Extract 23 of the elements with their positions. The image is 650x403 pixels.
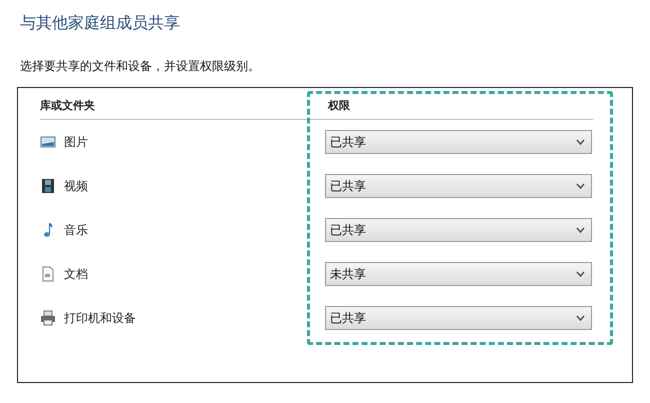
chevron-down-icon [576,183,585,189]
library-name: 打印机和设备 [64,310,136,326]
chevron-down-icon [576,227,585,233]
chevron-down-icon [576,139,585,145]
column-header: 库或文件夹 [40,94,325,120]
film-icon [40,178,56,194]
permission-dropdown[interactable]: 已共享 [325,130,592,154]
permission-dropdown[interactable]: 未共享 [325,262,592,286]
library-name: 音乐 [64,222,88,238]
permission-dropdown[interactable]: 已共享 [325,174,592,198]
description-text: 选择要共享的文件和设备，并设置权限级别。 [20,58,261,75]
permission-dropdown[interactable]: 已共享 [325,218,592,242]
page-title: 与其他家庭组成员共享 [20,13,181,34]
picture-icon [40,134,56,150]
chevron-down-icon [576,271,585,277]
library-name: 图片 [64,134,88,150]
chevron-down-icon [576,315,585,321]
library-name: 视频 [64,178,88,194]
permission-dropdown[interactable]: 已共享 [325,306,592,330]
document-icon [40,266,56,282]
library-name: 文档 [64,266,88,282]
printer-icon [40,310,56,326]
column-header: 权限 [325,94,593,120]
